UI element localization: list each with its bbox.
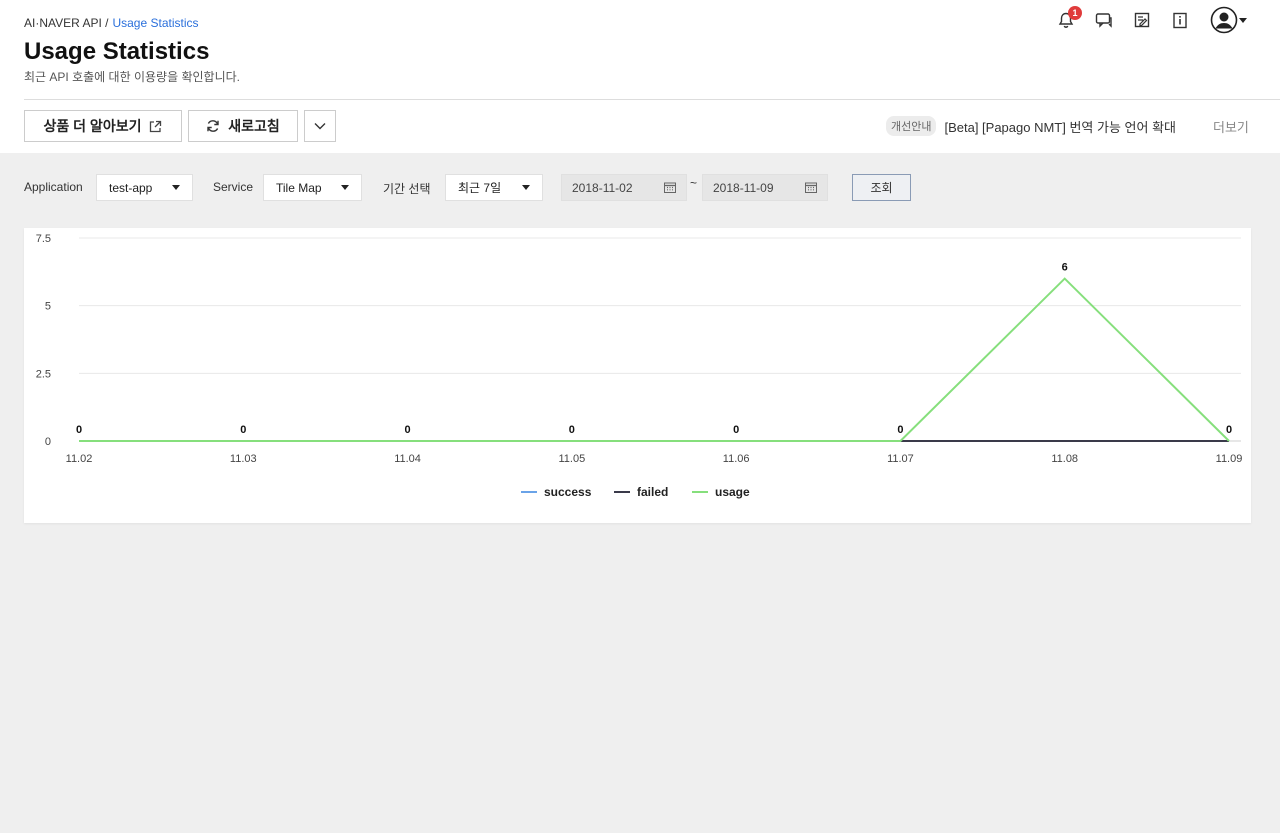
y-tick-label: 7.5 — [36, 233, 51, 245]
data-label: 6 — [1062, 262, 1068, 274]
more-link[interactable]: 더보기 — [1213, 117, 1249, 136]
usage-chart-panel: 0 2.5 5 7.5 11.02 11.03 11.04 11.05 11.06 11.07 11… — [24, 228, 1251, 523]
x-tick-label: 11.08 — [1051, 453, 1078, 465]
application-label: Application — [24, 180, 83, 194]
dropdown-caret-icon — [341, 185, 349, 190]
usage-chart: 0 2.5 5 7.5 11.02 11.03 11.04 11.05 11.06 11.07 11… — [36, 233, 1243, 499]
service-select[interactable]: Tile Map — [263, 174, 362, 201]
info-document-icon[interactable] — [1170, 10, 1190, 30]
notice-text[interactable]: [Beta] [Papago NMT] 번역 가능 언어 확대 — [944, 117, 1176, 136]
y-tick-label: 2.5 — [36, 368, 51, 380]
learn-more-button[interactable]: 상품 더 알아보기 — [24, 110, 182, 142]
refresh-icon — [207, 120, 219, 132]
breadcrumb-parent[interactable]: AI·NAVER API / — [24, 16, 108, 30]
start-date-value: 2018-11-02 — [572, 180, 633, 195]
legend-label-failed: failed — [637, 485, 668, 499]
end-date-value: 2018-11-09 — [713, 180, 774, 195]
y-tick-label: 5 — [45, 301, 51, 313]
page-title: Usage Statistics — [24, 38, 210, 65]
user-avatar-icon[interactable] — [1208, 6, 1250, 34]
data-label: 0 — [733, 424, 739, 436]
breadcrumb: AI·NAVER API / Usage Statistics — [24, 16, 199, 30]
page-header: AI·NAVER API / Usage Statistics Usage Sta… — [0, 0, 1280, 153]
edit-note-icon[interactable] — [1132, 10, 1152, 30]
data-label: 0 — [76, 424, 82, 436]
y-tick-label: 0 — [45, 436, 51, 448]
series-line-usage — [79, 277, 1230, 442]
x-tick-label: 11.07 — [887, 453, 914, 465]
x-tick-label: 11.03 — [230, 453, 257, 465]
expand-toolbar-button[interactable] — [304, 110, 336, 142]
legend-label-success: success — [544, 485, 592, 499]
x-tick-label: 11.05 — [558, 453, 585, 465]
chevron-down-icon — [314, 123, 326, 130]
x-tick-label: 11.02 — [66, 453, 93, 465]
notification-bell-icon[interactable]: 1 — [1056, 6, 1082, 30]
refresh-button[interactable]: 새로고침 — [188, 110, 298, 142]
notification-badge: 1 — [1068, 6, 1082, 20]
date-range-separator: ~ — [690, 176, 698, 190]
breadcrumb-current[interactable]: Usage Statistics — [112, 16, 198, 30]
avatar-caret-icon[interactable] — [1238, 16, 1248, 24]
period-label: 기간 선택 — [383, 182, 431, 196]
data-label: 0 — [405, 424, 411, 436]
notice-banner: 개선안내 [Beta] [Papago NMT] 번역 가능 언어 확대 — [885, 116, 1176, 136]
x-tick-label: 11.09 — [1216, 453, 1243, 465]
application-select[interactable]: test-app — [96, 174, 193, 201]
external-link-icon — [150, 120, 162, 132]
period-select[interactable]: 최근 7일 — [445, 174, 543, 201]
start-date-input[interactable]: 2018-11-02 — [561, 174, 687, 201]
x-tick-label: 11.06 — [723, 453, 750, 465]
data-label: 0 — [1226, 424, 1232, 436]
period-select-value: 최근 7일 — [458, 181, 502, 195]
calendar-icon[interactable] — [664, 182, 676, 193]
learn-more-label: 상품 더 알아보기 — [43, 118, 142, 134]
dropdown-caret-icon — [522, 185, 530, 190]
service-select-value: Tile Map — [276, 180, 322, 195]
calendar-icon[interactable] — [805, 182, 817, 193]
data-label: 0 — [569, 424, 575, 436]
page-description: 최근 API 호출에 대한 이용량을 확인합니다. — [24, 70, 240, 84]
dropdown-caret-icon — [172, 185, 180, 190]
data-label: 0 — [240, 424, 246, 436]
data-label: 0 — [897, 424, 903, 436]
chat-icon[interactable] — [1094, 10, 1114, 30]
refresh-label: 새로고침 — [228, 118, 280, 134]
legend-label-usage: usage — [715, 485, 750, 499]
application-select-value: test-app — [109, 180, 153, 195]
service-label: Service — [213, 180, 254, 194]
query-button[interactable]: 조회 — [852, 174, 911, 201]
notice-tag: 개선안내 — [885, 116, 937, 136]
header-divider — [24, 99, 1280, 100]
header-icons: 1 — [1056, 6, 1250, 34]
x-tick-label: 11.04 — [394, 453, 421, 465]
end-date-input[interactable]: 2018-11-09 — [702, 174, 828, 201]
